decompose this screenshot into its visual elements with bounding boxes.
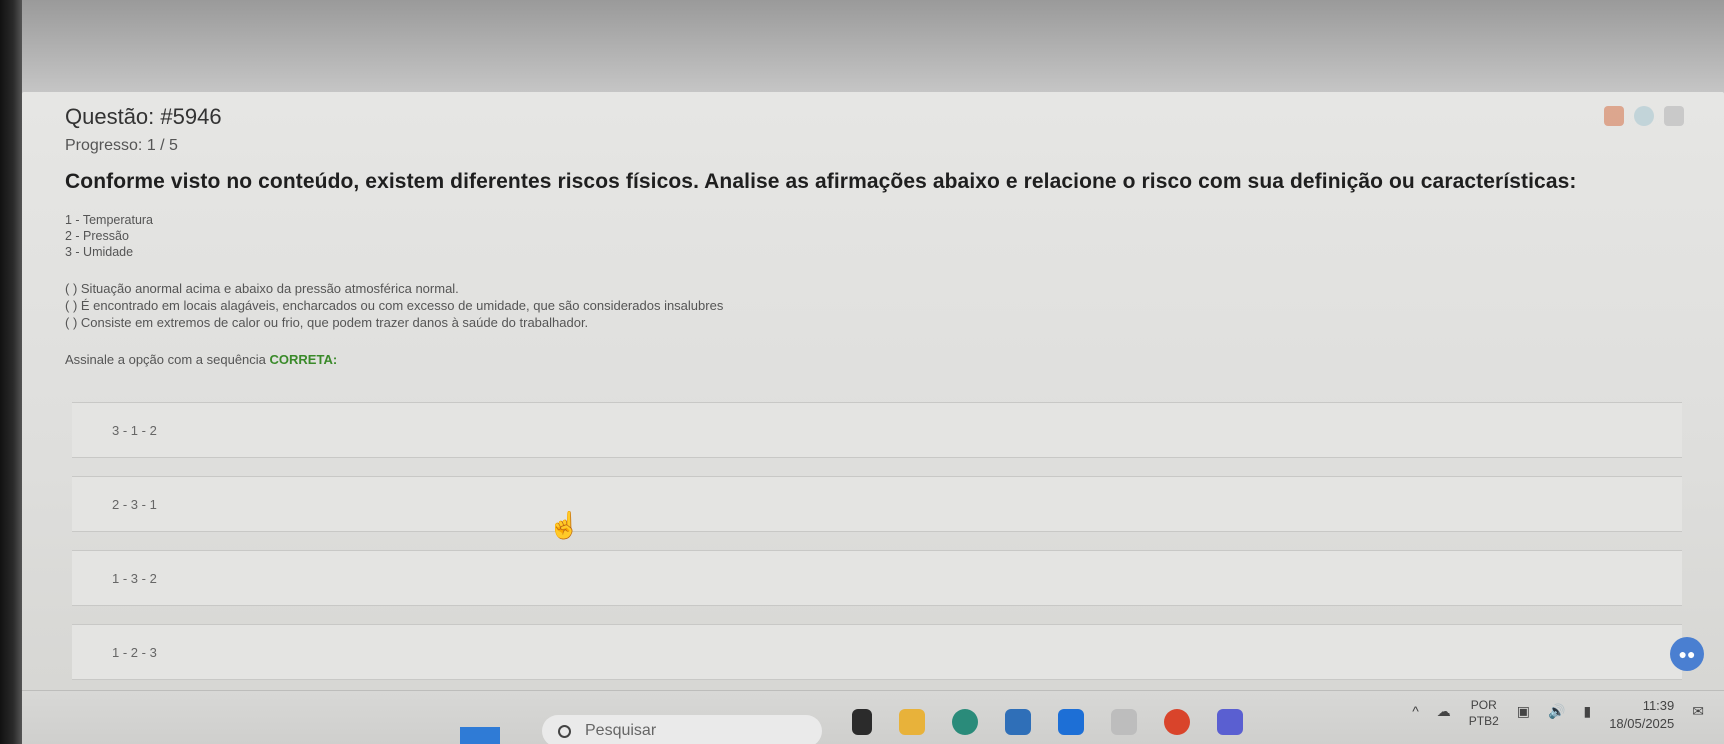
instruction-prefix: Assinale a opção com a sequência <box>65 352 270 367</box>
outlook-icon[interactable] <box>1058 709 1084 735</box>
monitor-icon[interactable]: ▣ <box>1517 703 1530 720</box>
magnifier-icon <box>558 724 571 738</box>
question-statement: Conforme visto no conteúdo, existem dife… <box>65 170 1577 193</box>
statement-item: ( ) Consiste em extremos de calor ou fri… <box>65 315 589 330</box>
flag-icon[interactable] <box>1604 106 1624 126</box>
legend-item: 2 - Pressão <box>65 229 129 243</box>
chat-icon[interactable]: ●● <box>1670 637 1704 671</box>
answer-option-c[interactable]: 1 - 3 - 2 <box>72 550 1682 606</box>
option-label: 1 - 3 - 2 <box>112 570 157 586</box>
answer-option-b[interactable]: 2 - 3 - 1 <box>72 476 1682 532</box>
answer-options: 3 - 1 - 2 2 - 3 - 1 1 - 3 - 2 1 - 2 - 3 <box>72 402 1682 698</box>
folder-icon[interactable] <box>899 709 925 735</box>
legend-item: 1 - Temperatura <box>65 213 154 227</box>
cloud-icon[interactable]: ☁ <box>1437 703 1451 720</box>
monitor-bezel <box>0 0 22 744</box>
battery-icon[interactable]: ▮ <box>1583 703 1591 720</box>
app-icon[interactable] <box>852 709 872 735</box>
search-placeholder: Pesquisar <box>585 722 657 739</box>
chrome-icon[interactable] <box>1164 709 1190 735</box>
statement-item: ( ) É encontrado em locais alagáveis, en… <box>65 298 724 313</box>
more-icon[interactable] <box>1664 106 1684 126</box>
pinned-apps <box>852 709 1243 735</box>
app-icon[interactable] <box>1005 709 1031 735</box>
notification-icon[interactable]: ✉ <box>1692 703 1704 720</box>
taskbar-search[interactable]: Pesquisar <box>542 715 822 744</box>
progress-text: Progresso: 1 / 5 <box>65 137 178 154</box>
question-panel: Questão: #5946 Progresso: 1 / 5 Conforme… <box>22 92 1724 714</box>
info-icon[interactable] <box>1634 106 1654 126</box>
chevron-up-icon[interactable]: ^ <box>1412 703 1419 719</box>
statement-items: ( ) Situação anormal acima e abaixo da p… <box>65 280 723 331</box>
background-wall <box>0 0 1724 100</box>
hand-pointer-icon: ☝ <box>548 510 581 540</box>
system-tray: ^ ☁ POR PTB2 ▣ 🔊 ▮ 11:39 18/05/2025 ✉ <box>1412 697 1704 733</box>
option-label: 3 - 1 - 2 <box>112 422 157 438</box>
statement-item: ( ) Situação anormal acima e abaixo da p… <box>65 281 459 296</box>
edge-icon[interactable] <box>952 709 978 735</box>
instruction-highlight: CORRETA: <box>269 352 338 367</box>
answer-option-a[interactable]: 3 - 1 - 2 <box>72 402 1682 458</box>
taskbar: Pesquisar ^ ☁ POR PTB2 ▣ 🔊 ▮ 11:39 18/05… <box>22 690 1724 744</box>
teams-icon[interactable] <box>1217 709 1243 735</box>
clock[interactable]: 11:39 18/05/2025 <box>1609 697 1674 733</box>
question-title: Questão: #5946 <box>65 104 222 129</box>
answer-option-d[interactable]: 1 - 2 - 3 <box>72 624 1682 680</box>
language-indicator[interactable]: POR PTB2 <box>1469 697 1499 729</box>
instruction-text: Assinale a opção com a sequência CORRETA… <box>65 352 337 367</box>
speaker-icon[interactable]: 🔊 <box>1548 703 1565 720</box>
risk-legend: 1 - Temperatura 2 - Pressão 3 - Umidade <box>65 212 153 260</box>
option-label: 1 - 2 - 3 <box>112 644 157 660</box>
option-label: 2 - 3 - 1 <box>112 496 157 512</box>
app-icon[interactable] <box>1111 709 1137 735</box>
header-actions <box>1604 106 1684 126</box>
windows-icon[interactable] <box>460 727 500 744</box>
legend-item: 3 - Umidade <box>65 245 134 259</box>
